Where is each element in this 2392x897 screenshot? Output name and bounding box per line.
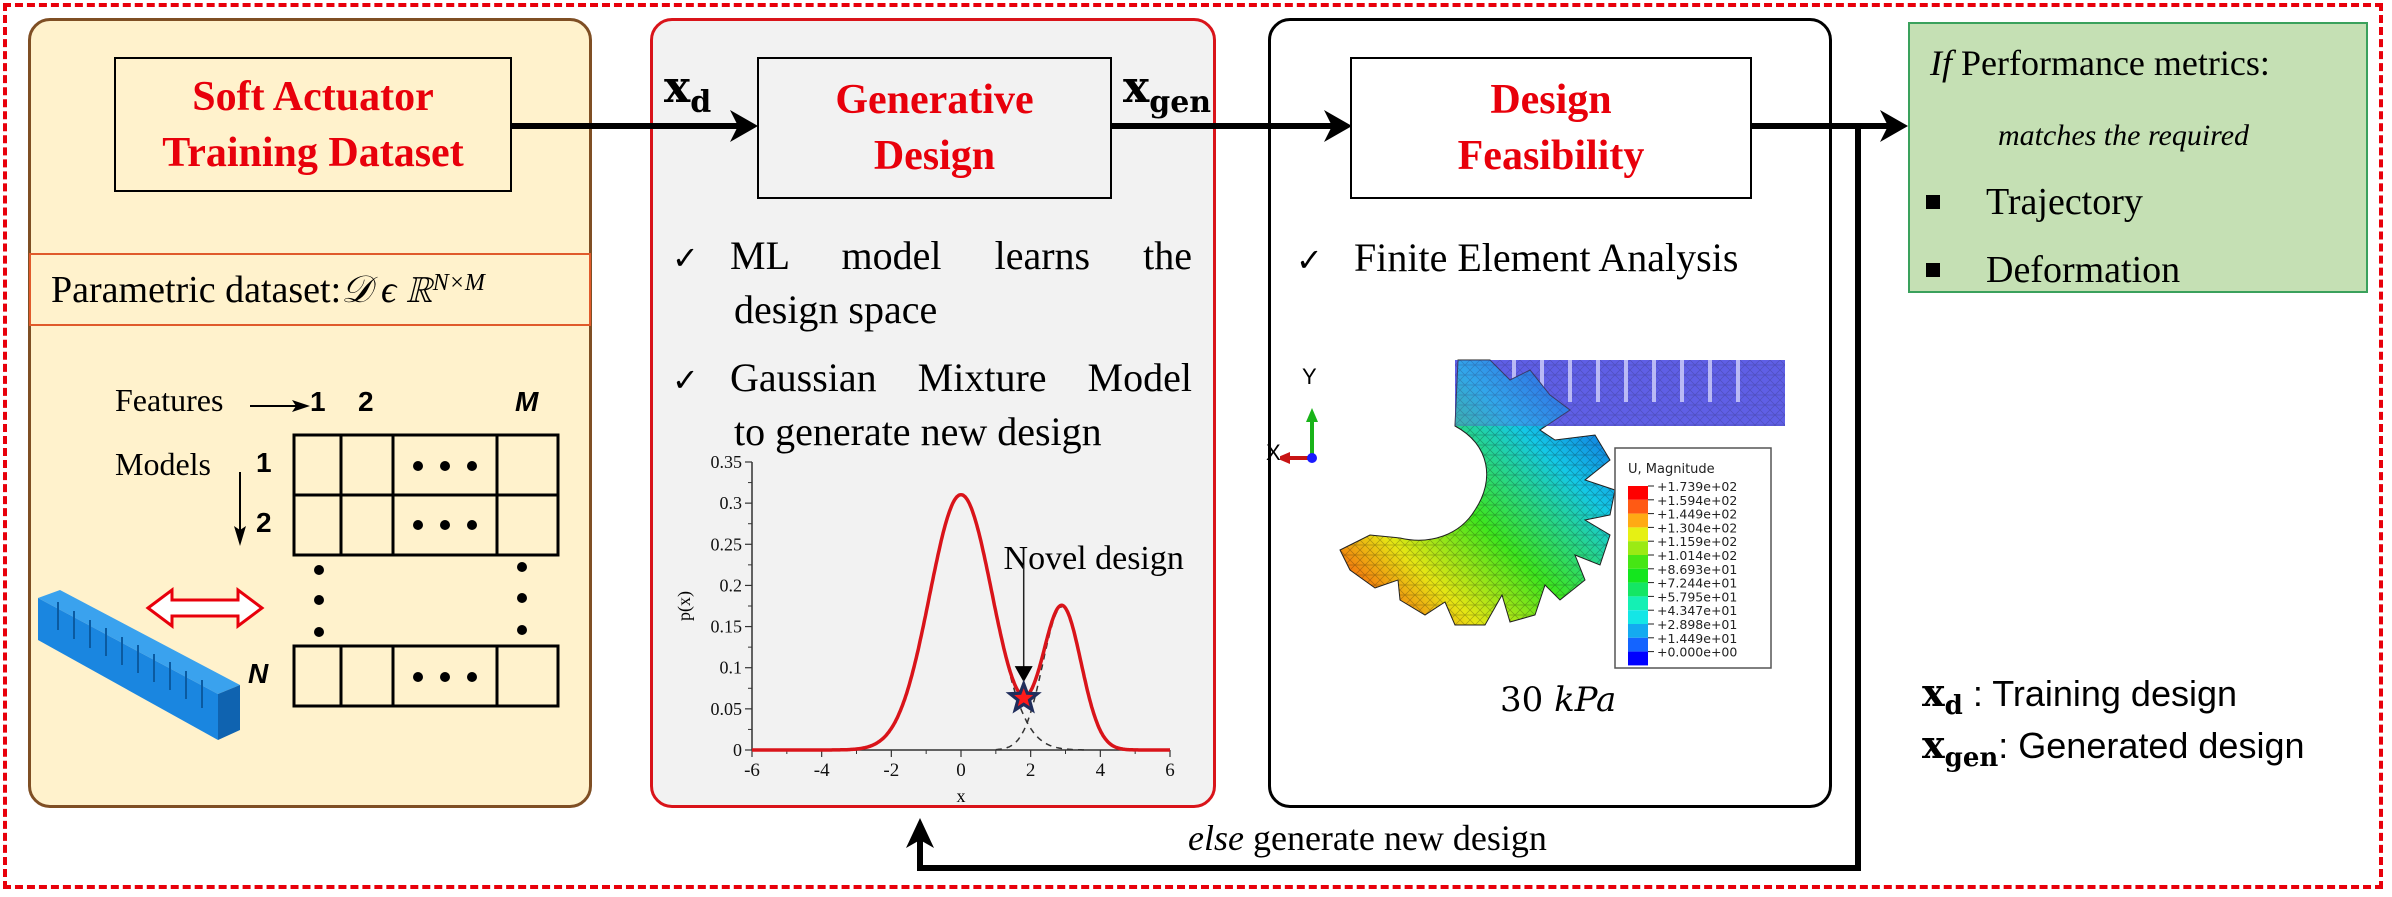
bullet-1-line2: design space [734, 287, 938, 332]
fea-legend-swatch [1628, 637, 1648, 652]
bullet-square-icon [1926, 263, 1940, 277]
generative-title-line2: Design [873, 133, 996, 179]
axis-x-label: X [1266, 440, 1281, 465]
feasibility-title-line1: Design [1490, 77, 1612, 123]
check-icon: ✓ [672, 361, 699, 399]
else-generate-label: else generate new design [1188, 817, 1547, 859]
fea-legend-swatch [1628, 610, 1648, 624]
fea-legend-swatch [1628, 555, 1648, 569]
gmm-mixture-curve [752, 492, 1170, 752]
fea-legend-swatch [1628, 499, 1648, 514]
performance-criteria-box: If Performance metrics: matches the requ… [1908, 22, 2368, 293]
x-tick-label: 2 [1026, 760, 1036, 781]
fea-legend-swatch [1628, 568, 1648, 583]
y-tick-label: 0.35 [711, 452, 743, 472]
legend-xd: xd : Training design [1922, 670, 2238, 722]
fea-simulation-image: U, Magnitude+1.739e+02+1.594e+02+1.449e+… [1280, 359, 1785, 669]
y-tick-label: 0.2 [720, 575, 743, 595]
fea-legend-value: +8.693e+01 [1657, 562, 1737, 577]
check-icon: ✓ [1296, 241, 1323, 279]
x-tick-label: 0 [956, 760, 966, 781]
x-axis-label: x [957, 786, 966, 806]
pressure-unit: kPa [1554, 680, 1617, 720]
row-label-2: 2 [256, 507, 272, 538]
fea-legend-title: U, Magnitude [1628, 462, 1715, 477]
x-tick-label: -6 [744, 760, 760, 781]
y-tick-label: 0.25 [711, 534, 743, 554]
matrix-grid [292, 433, 560, 708]
column-label-1: 1 [310, 386, 326, 417]
else-word: else [1188, 818, 1244, 858]
criteria-item-trajectory: Trajectory [1926, 180, 2143, 224]
fea-legend-value: +1.449e+01 [1657, 631, 1737, 646]
fea-legend-value: +1.739e+02 [1657, 479, 1737, 494]
fea-legend-swatch [1628, 527, 1648, 542]
fea-bullet-text: Finite Element Analysis [1354, 235, 1739, 280]
y-tick-label: 0.05 [711, 699, 743, 719]
fea-legend-value: +4.347e+01 [1657, 603, 1737, 618]
fea-legend-swatch [1628, 513, 1648, 528]
if-word: If [1930, 43, 1952, 83]
fea-legend-value: +0.000e+00 [1657, 645, 1737, 660]
y-tick-label: 0.1 [720, 658, 743, 678]
gmm-component-curve [995, 606, 1063, 751]
fea-legend-value: +1.449e+02 [1657, 507, 1737, 522]
legend-xgen: xgen: Generated design [1922, 722, 2305, 774]
fea-legend-value: +1.304e+02 [1657, 520, 1737, 535]
feasibility-title-line2: Feasibility [1457, 133, 1645, 179]
column-label-2: 2 [358, 386, 374, 417]
fea-legend-value: +2.898e+01 [1657, 617, 1737, 632]
feasibility-title-box: Design Feasibility [1350, 57, 1752, 199]
gmm-chart: 0 0.05 0.1 0.15 0.2 0.25 0.3 0.35 -6 -4 -2 0 2 4 6 x p(x… [674, 452, 1184, 806]
else-text: generate new design [1243, 818, 1547, 858]
xd-flow-label: xd [664, 62, 712, 120]
generative-bullet-2: ✓ Gaussian Mixture Model to generate new … [672, 352, 1192, 458]
column-label-m: M [515, 386, 539, 417]
fea-legend-swatch [1628, 486, 1648, 500]
fea-legend-swatch [1628, 582, 1648, 597]
performance-heading-text: Performance metrics: [1952, 43, 2270, 83]
criteria-item-label: Trajectory [1986, 181, 2143, 223]
y-tick-label: 0 [733, 740, 742, 760]
axis-triad [1280, 408, 1318, 464]
fea-legend-value: +1.014e+02 [1657, 548, 1737, 563]
criteria-item-deformation: Deformation [1926, 248, 2180, 292]
novel-design-label: Novel design [1004, 540, 1184, 577]
fea-legend-swatch [1628, 541, 1648, 555]
fea-legend-swatch [1628, 596, 1648, 611]
performance-subheading: matches the required [1998, 119, 2250, 152]
bullet-1-line1: ML model learns the [730, 233, 1192, 278]
fea-legend-value: +5.795e+01 [1657, 589, 1737, 604]
x-tick-label: 6 [1165, 760, 1175, 781]
correspondence-double-arrow [145, 587, 265, 629]
row-label-n: N [248, 658, 269, 689]
x-tick-label: -2 [883, 760, 899, 781]
fea-legend-value: +7.244e+01 [1657, 576, 1737, 591]
legend-xd-desc: : Training design [1962, 673, 2238, 714]
x-tick-label: 4 [1096, 760, 1106, 781]
legend-xgen-desc: : Generated design [1998, 725, 2305, 766]
x-tick-label: -4 [814, 760, 830, 781]
y-tick-label: 0.15 [711, 617, 743, 637]
row-label-1: 1 [256, 447, 272, 478]
fea-legend-swatch [1628, 651, 1648, 666]
fea-bullet: ✓ Finite Element Analysis [1296, 232, 1738, 286]
fea-legend-value: +1.159e+02 [1657, 534, 1737, 549]
xgen-flow-label: xgen [1123, 62, 1212, 120]
generative-title-box: Generative Design [757, 57, 1112, 199]
pressure-caption: 30 kPa [1500, 680, 1616, 720]
axis-y-label: Y [1302, 364, 1317, 389]
fea-legend-value: +1.594e+02 [1657, 493, 1737, 508]
bullet-square-icon [1926, 195, 1940, 209]
criteria-item-label: Deformation [1986, 249, 2181, 291]
generative-title-line1: Generative [835, 77, 1034, 123]
performance-heading: If Performance metrics: [1930, 42, 2270, 84]
y-axis-label: p(x) [674, 591, 695, 621]
check-icon: ✓ [672, 239, 699, 277]
pressure-value: 30 [1500, 680, 1555, 720]
bullet-2-line1: Gaussian Mixture Model [730, 355, 1192, 400]
fea-legend-swatch [1628, 624, 1648, 638]
generative-bullet-1: ✓ ML model learns the design space [672, 230, 1192, 336]
y-tick-label: 0.3 [720, 493, 743, 513]
